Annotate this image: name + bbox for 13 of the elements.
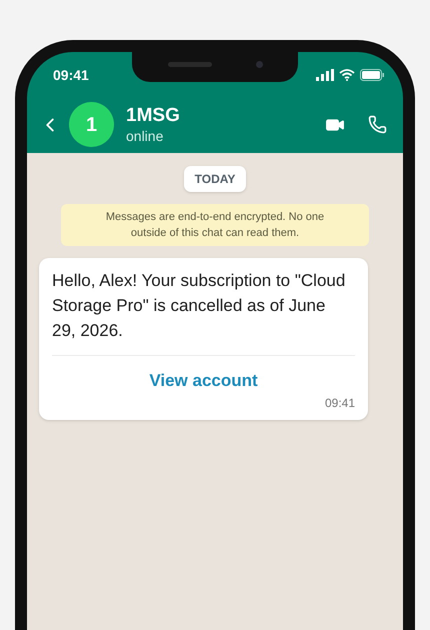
signal-icon [316, 69, 334, 81]
encryption-notice: Messages are end-to-end encrypted. No one outside of this chat can read them. [61, 204, 369, 246]
message-text: Hello, Alex! Your subscription to "Cloud Storage Pro" is cancelled as of June 29, 2026. [52, 270, 346, 342]
contact-status: online [126, 126, 164, 144]
contact-name: 1MSG [126, 104, 181, 126]
date-chip: TODAY [184, 166, 246, 192]
view-account-button[interactable]: View account [52, 356, 355, 394]
avatar: 1 [69, 102, 114, 147]
wifi-icon [339, 69, 355, 81]
battery-icon [360, 69, 385, 81]
phone-call-icon[interactable] [368, 115, 387, 134]
message-time: 09:41 [324, 395, 355, 412]
status-time: 09:41 [53, 66, 89, 84]
